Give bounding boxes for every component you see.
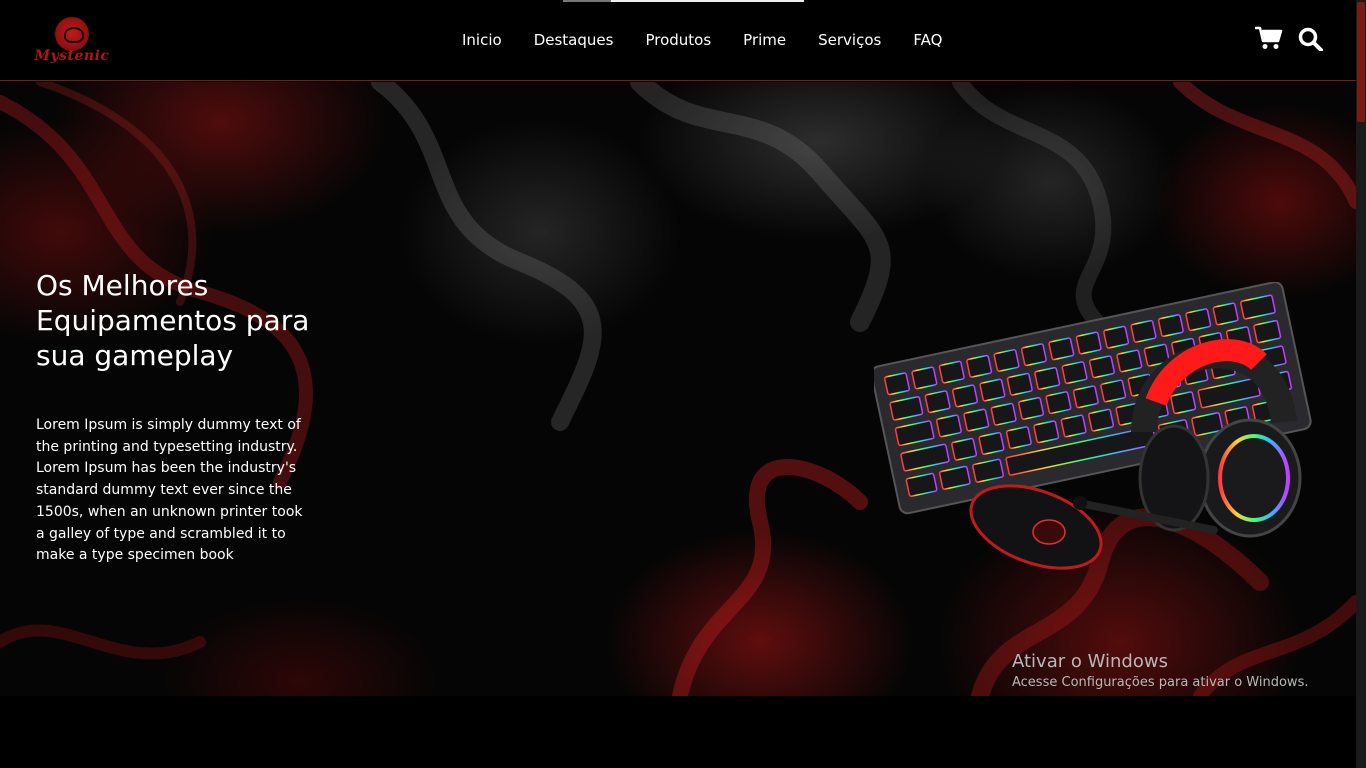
brand-logo[interactable]: Mystenic (34, 17, 110, 69)
scrollbar-thumb[interactable] (1357, 2, 1365, 122)
site-header: Mystenic Inicio Destaques Produtos Prime… (0, 0, 1356, 81)
hero-title: Os Melhores Equipamentos para sua gamepl… (36, 269, 310, 372)
nav-item-faq[interactable]: FAQ (913, 30, 942, 50)
nav-item-servicos[interactable]: Serviços (818, 30, 881, 50)
hero-section: Os Melhores Equipamentos para sua gamepl… (0, 82, 1356, 696)
gaming-gear-image (874, 282, 1312, 570)
main-nav: Inicio Destaques Produtos Prime Serviços… (462, 30, 942, 50)
page-bottom-section (0, 696, 1356, 768)
shopping-cart-icon[interactable] (1255, 26, 1283, 50)
nav-item-produtos[interactable]: Produtos (645, 30, 711, 50)
watermark-title: Ativar o Windows (1012, 651, 1168, 672)
watermark-subtitle: Acesse Configurações para ativar o Windo… (1012, 675, 1309, 690)
logo-emblem-icon (55, 17, 89, 51)
hero-description: Lorem Ipsum is simply dummy text of the … (36, 417, 303, 564)
logo-text: Mystenic (34, 48, 110, 64)
nav-item-destaques[interactable]: Destaques (534, 30, 614, 50)
windows-activation-watermark: Ativar o Windows Acesse Configurações pa… (1012, 651, 1308, 692)
search-icon[interactable] (1298, 27, 1324, 51)
nav-item-inicio[interactable]: Inicio (462, 30, 502, 50)
scrollbar[interactable] (1356, 0, 1366, 768)
nav-item-prime[interactable]: Prime (743, 30, 786, 50)
loading-strip (563, 0, 804, 2)
